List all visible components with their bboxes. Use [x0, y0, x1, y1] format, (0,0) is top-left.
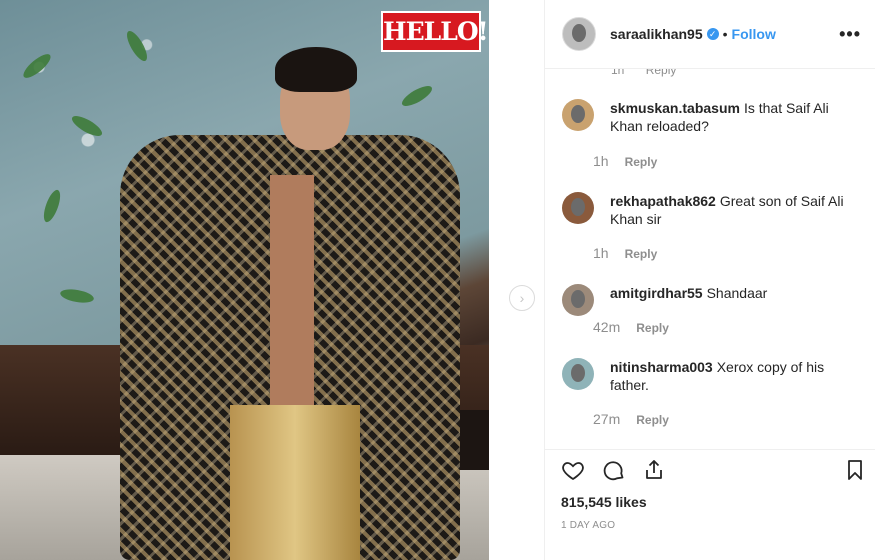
follow-button[interactable]: Follow	[732, 26, 776, 42]
chevron-right-icon: ›	[519, 290, 525, 306]
comment-text: nitinsharma003 Xerox copy of his father.	[610, 358, 850, 394]
subject-chest	[270, 175, 314, 405]
bookmark-icon[interactable]	[841, 456, 869, 484]
comment-meta: 27m Reply	[593, 411, 669, 427]
comment-time: 27m	[593, 411, 621, 427]
comments-list[interactable]: 1h Reply skmuskan.tabasum Is that Saif Al…	[545, 69, 875, 449]
comment-username[interactable]: nitinsharma003	[610, 359, 713, 375]
comment-text: rekhapathak862 Great son of Saif Ali Khan…	[610, 192, 850, 228]
comment-time: 1h	[593, 245, 609, 261]
previous-comment-meta: 1h Reply	[611, 69, 694, 77]
comment-meta: 1h Reply	[593, 153, 657, 169]
leaf-decoration	[69, 112, 105, 140]
comment-time: 42m	[593, 319, 621, 335]
comment-body: Shandaar	[706, 285, 768, 301]
reply-button[interactable]: Reply	[636, 321, 669, 335]
comment-meta: 42m Reply	[593, 319, 669, 335]
avatar[interactable]	[562, 284, 594, 316]
comment-time: 1h	[611, 69, 625, 77]
subject-hair	[275, 47, 357, 92]
more-options-icon[interactable]: •••	[839, 24, 861, 45]
reply-button[interactable]: Reply	[625, 247, 658, 261]
avatar[interactable]	[562, 192, 594, 224]
reply-button[interactable]: Reply	[636, 413, 669, 427]
post-actions	[545, 456, 875, 492]
reply-button[interactable]: Reply	[646, 69, 677, 77]
leaf-decoration	[40, 187, 64, 225]
comment-text: amitgirdhar55 Shandaar	[610, 284, 850, 302]
magazine-logo: HELLO!	[381, 11, 489, 52]
heart-icon[interactable]	[559, 456, 587, 484]
subject-pants	[230, 405, 360, 560]
avatar[interactable]	[562, 358, 594, 390]
avatar[interactable]	[562, 17, 596, 51]
comment-text: skmuskan.tabasum Is that Saif Ali Khan re…	[610, 99, 850, 135]
comment-meta: 1h Reply	[593, 245, 657, 261]
separator-dot: •	[722, 26, 728, 42]
leaf-decoration	[20, 50, 54, 82]
leaf-decoration	[59, 287, 95, 305]
actions-divider	[545, 449, 875, 450]
verified-badge-icon: ✓	[706, 28, 719, 40]
post-timestamp: 1 DAY AGO	[561, 520, 616, 531]
likes-count[interactable]: 815,545 likes	[561, 494, 647, 510]
post-header: saraalikhan95 ✓ • Follow •••	[545, 0, 875, 69]
comment-time: 1h	[593, 153, 609, 169]
comment-username[interactable]: skmuskan.tabasum	[610, 100, 740, 116]
avatar[interactable]	[562, 99, 594, 131]
comment-username[interactable]: rekhapathak862	[610, 193, 716, 209]
comment-username[interactable]: amitgirdhar55	[610, 285, 703, 301]
post-image[interactable]: HELLO!	[0, 0, 489, 560]
comment-bubble-icon[interactable]	[600, 456, 628, 484]
share-icon[interactable]	[640, 456, 668, 484]
photo-subject	[110, 47, 470, 560]
next-image-button[interactable]: ›	[509, 285, 535, 311]
reply-button[interactable]: Reply	[625, 155, 658, 169]
post-username[interactable]: saraalikhan95	[610, 26, 703, 42]
